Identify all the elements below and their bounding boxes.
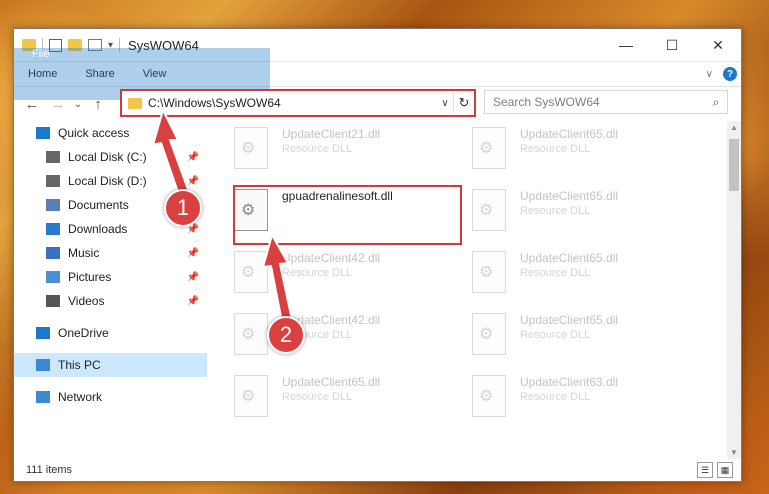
- annotation-arrows: [151, 107, 294, 324]
- callout-2: 2: [267, 316, 305, 354]
- arrow-2: [261, 232, 294, 324]
- callout-1: 1: [164, 189, 202, 227]
- arrow-1: [151, 107, 192, 200]
